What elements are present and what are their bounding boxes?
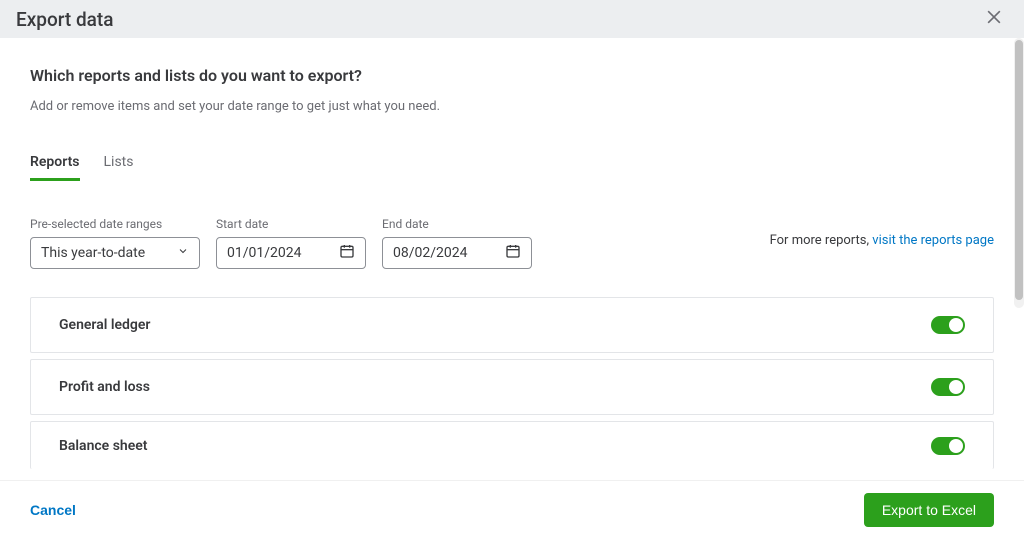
start-date-label: Start date [216,217,366,231]
preselected-range-value: This year-to-date [41,245,145,261]
cancel-button[interactable]: Cancel [30,502,76,518]
close-button[interactable] [980,3,1008,35]
dialog-title: Export data [16,8,114,31]
export-question: Which reports and lists do you want to e… [30,66,994,85]
close-icon [984,7,1004,32]
preselected-range-group: Pre-selected date ranges This year-to-da… [30,217,200,269]
chevron-down-icon [177,245,189,261]
end-date-input[interactable]: 08/02/2024 [382,237,532,269]
export-to-excel-button[interactable]: Export to Excel [864,493,994,527]
preselected-range-select[interactable]: This year-to-date [30,237,200,269]
start-date-input[interactable]: 01/01/2024 [216,237,366,269]
tab-bar: Reports Lists [30,154,994,181]
toggle-general-ledger[interactable] [931,316,965,334]
dialog-content: Which reports and lists do you want to e… [0,38,1024,480]
tab-lists[interactable]: Lists [104,154,134,181]
start-date-value: 01/01/2024 [227,245,302,261]
report-label: Profit and loss [59,379,150,395]
toggle-balance-sheet[interactable] [931,437,965,455]
report-row-balance-sheet: Balance sheet [30,421,994,469]
report-label: General ledger [59,317,150,333]
report-label: Balance sheet [59,438,147,454]
end-date-label: End date [382,217,532,231]
calendar-icon [339,243,355,263]
tab-reports[interactable]: Reports [30,154,80,181]
start-date-group: Start date 01/01/2024 [216,217,366,269]
preselected-range-label: Pre-selected date ranges [30,217,200,231]
end-date-value: 08/02/2024 [393,245,468,261]
dialog-header: Export data [0,0,1024,38]
end-date-group: End date 08/02/2024 [382,217,532,269]
calendar-icon [505,243,521,263]
export-subtext: Add or remove items and set your date ra… [30,99,994,114]
scrollbar-thumb[interactable] [1015,40,1023,300]
toggle-profit-and-loss[interactable] [931,378,965,396]
date-controls-row: Pre-selected date ranges This year-to-da… [30,217,994,269]
dialog-footer: Cancel Export to Excel [0,480,1024,538]
more-reports-text: For more reports, visit the reports page [770,233,994,248]
visit-reports-link[interactable]: visit the reports page [872,233,994,248]
more-reports-prefix: For more reports, [770,233,873,248]
report-row-general-ledger: General ledger [30,297,994,353]
report-row-profit-and-loss: Profit and loss [30,359,994,415]
